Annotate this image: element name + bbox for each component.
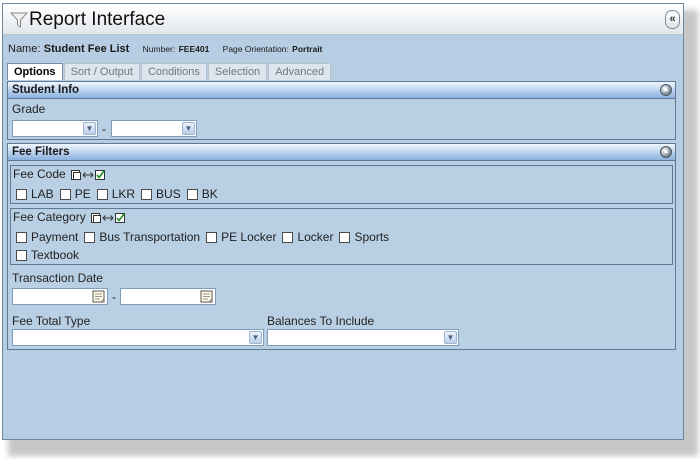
select-all-icon[interactable]: [90, 212, 102, 224]
fee-category-option[interactable]: Textbook: [16, 248, 79, 262]
fee-category-group: Fee Category Payment Bus Transportation …: [10, 208, 673, 265]
checkbox[interactable]: [59, 188, 71, 200]
tab-sort-output[interactable]: Sort / Output: [63, 63, 140, 80]
fee-category-tools: [90, 212, 126, 224]
fee-category-option[interactable]: Locker: [282, 230, 333, 244]
swap-arrows-icon[interactable]: [102, 212, 114, 224]
grade-label: Grade: [12, 102, 46, 116]
fee-category-options-row-1: Payment Bus Transportation PE Locker Loc…: [16, 230, 395, 244]
fee-category-option[interactable]: PE Locker: [206, 230, 276, 244]
checkbox[interactable]: [16, 249, 27, 261]
transaction-date-to-input[interactable]: [120, 288, 216, 305]
student-info-title: Student Info: [12, 84, 80, 96]
calendar-icon[interactable]: [200, 290, 214, 303]
collapse-circle-icon[interactable]: ▲: [660, 146, 672, 158]
fee-code-heading: Fee Code: [13, 167, 106, 181]
fee-filters-header: Fee Filters ▲: [8, 144, 675, 161]
grade-from-select[interactable]: ▼: [12, 120, 98, 137]
tab-options[interactable]: Options: [7, 63, 63, 80]
checkbox[interactable]: [282, 231, 294, 243]
tab-bar: Options Sort / Output Conditions Selecti…: [7, 63, 332, 80]
fee-total-type-select[interactable]: ▼: [12, 329, 264, 346]
report-window: Report Interface « Name: Student Fee Lis…: [2, 3, 684, 440]
transaction-date-label: Transaction Date: [12, 271, 103, 285]
fee-code-option[interactable]: LAB: [16, 187, 54, 201]
checkbox[interactable]: [16, 188, 27, 200]
fee-code-tools: [70, 169, 106, 181]
chevron-down-icon: ▼: [182, 122, 195, 135]
student-info-panel: Student Info ▲ Grade ▼ - ▼: [7, 81, 676, 140]
transaction-date-from-input[interactable]: [12, 288, 108, 305]
fee-code-option[interactable]: BUS: [141, 187, 181, 201]
checkbox[interactable]: [206, 231, 218, 243]
fee-category-heading: Fee Category: [13, 210, 126, 224]
checkbox[interactable]: [16, 231, 27, 243]
report-info: Name: Student Fee List Number: FEE401 Pa…: [8, 41, 322, 55]
fee-code-label: Fee Code: [13, 167, 66, 181]
fee-category-option[interactable]: Bus Transportation: [84, 230, 200, 244]
checkbox[interactable]: [84, 231, 96, 243]
swap-arrows-icon[interactable]: [82, 169, 94, 181]
checkbox[interactable]: [96, 188, 108, 200]
fee-filters-panel: Fee Filters ▲ Fee Code LAB PE LKR BUS BK: [7, 143, 676, 350]
check-all-icon[interactable]: [94, 169, 106, 181]
grade-to-select[interactable]: ▼: [111, 120, 197, 137]
fee-category-option[interactable]: Sports: [339, 230, 389, 244]
fee-code-options: LAB PE LKR BUS BK: [16, 187, 224, 201]
tab-conditions[interactable]: Conditions: [140, 63, 207, 80]
window-title: Report Interface: [29, 9, 166, 30]
report-name: Student Fee List: [43, 43, 130, 55]
name-label: Name:: [8, 43, 41, 55]
collapse-circle-icon[interactable]: ▲: [660, 84, 672, 96]
fee-category-label: Fee Category: [13, 210, 86, 224]
check-all-icon[interactable]: [114, 212, 126, 224]
calendar-icon[interactable]: [92, 290, 106, 303]
tab-advanced[interactable]: Advanced: [268, 63, 332, 80]
select-all-icon[interactable]: [70, 169, 82, 181]
fee-category-option[interactable]: Payment: [16, 230, 78, 244]
grade-range-separator: -: [102, 122, 106, 136]
fee-code-option[interactable]: BK: [186, 187, 218, 201]
date-range-separator: -: [112, 290, 116, 304]
fee-category-options-row-2: Textbook: [16, 248, 85, 262]
filter-funnel-icon: [10, 12, 28, 28]
checkbox[interactable]: [339, 231, 351, 243]
fee-filters-title: Fee Filters: [12, 146, 70, 158]
balances-to-include-label: Balances To Include: [267, 314, 375, 328]
report-number: FEE401: [178, 44, 210, 54]
fee-code-option[interactable]: PE: [59, 187, 91, 201]
title-bar: Report Interface «: [3, 4, 683, 35]
balances-to-include-select[interactable]: ▼: [267, 329, 459, 346]
fee-total-type-label: Fee Total Type: [12, 314, 91, 328]
number-label: Number:: [142, 44, 176, 54]
checkbox[interactable]: [141, 188, 153, 200]
chevron-down-icon: ▼: [249, 331, 262, 344]
chevron-down-icon: ▼: [83, 122, 96, 135]
checkbox[interactable]: [186, 188, 198, 200]
fee-code-group: Fee Code LAB PE LKR BUS BK: [10, 165, 673, 204]
report-orientation: Portrait: [292, 44, 323, 54]
fee-code-option[interactable]: LKR: [96, 187, 135, 201]
collapse-button[interactable]: «: [665, 10, 680, 29]
orientation-label: Page Orientation:: [222, 44, 289, 54]
chevron-down-icon: ▼: [444, 331, 457, 344]
student-info-header: Student Info ▲: [8, 82, 675, 99]
tab-selection[interactable]: Selection: [207, 63, 268, 80]
